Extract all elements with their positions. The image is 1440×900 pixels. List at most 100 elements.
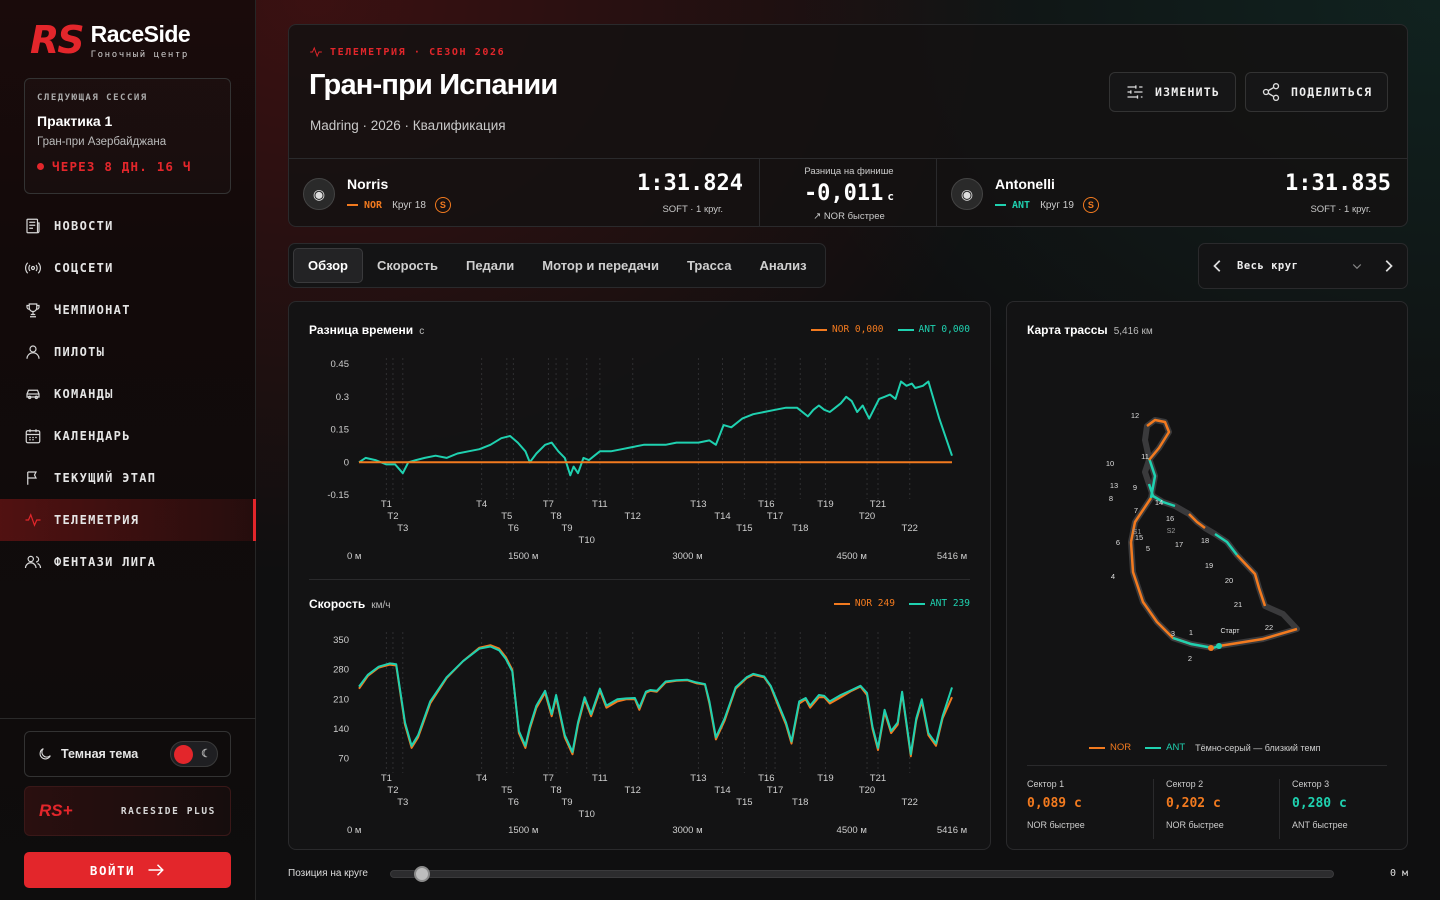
corner-label: 18 [1201, 536, 1209, 545]
track-panel: Карта трассы 5,416 км 1 2 3 4 5 6 7 8 9 10 11 12 13 14… [1006, 301, 1408, 850]
logo-mark: RS [30, 18, 85, 62]
sidebar: RS RaceSide Гоночный центр СЛЕДУЮЩАЯ СЕС… [0, 0, 256, 900]
turn-label: T11 [592, 773, 608, 784]
broadcast-icon [25, 262, 41, 274]
sidebar-item-label: ТЕЛЕМЕТРИЯ [54, 513, 140, 527]
tab-1[interactable]: Скорость [363, 248, 452, 283]
corner-label: 12 [1131, 411, 1139, 420]
turn-label: T19 [817, 499, 833, 510]
login-button[interactable]: ВОЙТИ [24, 852, 231, 888]
track-map[interactable]: 1234567891011121314151617 1819202122S1 S2С… [1087, 402, 1327, 672]
pulse-icon [310, 46, 322, 58]
plus-mark: RS+ [39, 801, 73, 820]
legend-nor-text: NOR 249 [854, 598, 895, 609]
plus-label: RACESIDE PLUS [120, 805, 216, 817]
sidebar-item-flag[interactable]: ТЕКУЩИЙ ЭТАП [0, 457, 256, 499]
raceside-plus-banner[interactable]: RS+ RACESIDE PLUS [24, 786, 231, 836]
sidebar-item-pulse[interactable]: ТЕЛЕМЕТРИЯ [0, 499, 256, 541]
sector-note: NOR быстрее [1027, 820, 1085, 830]
share-button[interactable]: ПОДЕЛИТЬСЯ [1245, 72, 1389, 112]
eyebrow-text: ТЕЛЕМЕТРИЯ · СЕЗОН 2026 [330, 46, 506, 58]
y-tick-label: 0.15 [331, 425, 350, 436]
series-line-ant [358, 380, 953, 477]
turn-label: T9 [561, 523, 572, 534]
next-session-card[interactable]: СЛЕДУЮЩАЯ СЕССИЯ Практика 1 Гран-при Азе… [24, 78, 231, 194]
corner-label: 2 [1188, 654, 1192, 663]
corner-label: 21 [1234, 600, 1242, 609]
theme-toggle[interactable]: ☾ [170, 741, 218, 767]
driver1-color-line [347, 204, 358, 206]
corner-label: 16 [1166, 514, 1174, 523]
x-tick-label: 0 м [347, 825, 361, 836]
prev-lap-button[interactable] [1199, 259, 1237, 273]
speed-chart[interactable]: 350 280 210 140 70 T1T2T3 T4 T5T6 T7T8T9 T10 T11 T1… [289, 616, 992, 846]
share-icon [1262, 83, 1280, 101]
tab-3[interactable]: Мотор и передачи [528, 248, 673, 283]
x-tick-label: 5416 м [937, 551, 967, 562]
y-tick-label: -0.15 [327, 490, 349, 501]
sidebar-item-user[interactable]: ПИЛОТЫ [0, 331, 256, 373]
driver-card-antonelli[interactable]: ◉ Antonelli ANT Круг 19 S 1:31.835 SOFT … [937, 159, 1407, 228]
lap-position-value: 0 м [1389, 868, 1408, 879]
speed-title-text: Скорость [309, 597, 366, 611]
tab-0[interactable]: Обзор [293, 248, 363, 283]
turn-label: T6 [508, 797, 519, 808]
delta-chart[interactable]: 0.45 0.3 0.15 0 -0.15 T1T2T3 T4 T5T6 T7T8T9 T10 T1… [289, 342, 992, 572]
turn-label: T16 [758, 499, 774, 510]
turn-label: T18 [792, 797, 808, 808]
sidebar-item-calendar[interactable]: КАЛЕНДАРЬ [0, 415, 256, 457]
next-lap-button[interactable] [1369, 259, 1407, 273]
driver-card-norris[interactable]: ◉ Norris NOR Круг 18 S 1:31.824 SOFT · 1… [289, 159, 759, 228]
edit-button[interactable]: ИЗМЕНИТЬ [1109, 72, 1236, 112]
sector-marker-label: S1 [1133, 529, 1142, 536]
user-icon [26, 345, 40, 359]
finish-delta-value: -0,011 [803, 181, 884, 206]
sector-note: ANT быстрее [1292, 820, 1348, 830]
tab-4[interactable]: Трасса [673, 248, 745, 283]
driver-comparison-strip: ◉ Norris NOR Круг 18 S 1:31.824 SOFT · 1… [289, 158, 1407, 227]
tab-2[interactable]: Педали [452, 248, 528, 283]
share-label: ПОДЕЛИТЬСЯ [1291, 85, 1373, 99]
toggle-moon-icon: ☾ [201, 748, 211, 760]
finish-delta-note-row: ↗ NOR быстрее [760, 211, 938, 222]
telemetry-tabs: Обзор Скорость Педали Мотор и передачи Трасс… [288, 243, 826, 288]
sidebar-item-users[interactable]: ФЕНТАЗИ ЛИГА [0, 541, 256, 583]
corner-label: 17 [1175, 540, 1183, 549]
sidebar-item-news[interactable]: НОВОСТИ [0, 205, 256, 247]
lap-dropdown[interactable]: Весь круг [1237, 260, 1369, 272]
sidebar-item-label: ЧЕМПИОНАТ [54, 303, 131, 317]
sector-3: Сектор 3 0,280 с ANT быстрее [1279, 779, 1348, 839]
sidebar-item-car[interactable]: КОМАНДЫ [0, 373, 256, 415]
edit-label: ИЗМЕНИТЬ [1155, 85, 1220, 99]
turn-label: T7 [543, 773, 554, 784]
track-legend-nor: NOR [1110, 742, 1132, 753]
brand-name: RaceSide [90, 20, 191, 47]
track-outline [1128, 417, 1300, 651]
driver1-name: Norris [347, 176, 389, 192]
theme-toggle-row[interactable]: Темная тема ☾ [24, 731, 231, 777]
x-tick-label: 3000 м [672, 551, 702, 562]
delta-title-text: Разница времени [309, 323, 414, 337]
theme-label: Темная тема [61, 747, 139, 761]
sidebar-divider [0, 718, 256, 719]
turn-label: T19 [817, 773, 833, 784]
header-eyebrow: ТЕЛЕМЕТРИЯ · СЕЗОН 2026 [309, 45, 505, 59]
chevron-left-icon [1213, 260, 1221, 272]
finish-delta: Разница на финише -0,011 с ↗ NOR быстрее [759, 159, 937, 227]
corner-label: 7 [1134, 506, 1138, 515]
legend-ant-text: ANT 0,000 [918, 324, 970, 335]
main-content: ТЕЛЕМЕТРИЯ · СЕЗОН 2026 Гран-при Испании… [256, 0, 1440, 900]
turn-label: T14 [714, 785, 730, 796]
sidebar-item-trophy[interactable]: ЧЕМПИОНАТ [0, 289, 256, 331]
next-session-event: Гран-при Азербайджана [37, 136, 167, 148]
series-line-ant [358, 645, 953, 756]
track-title: Карта трассы 5,416 км [1027, 323, 1153, 337]
slider-thumb[interactable] [414, 866, 430, 882]
slider-track[interactable] [390, 870, 1334, 878]
tab-5[interactable]: Анализ [745, 248, 820, 283]
corner-label: 6 [1116, 538, 1120, 547]
next-session-title: Практика 1 [37, 113, 113, 129]
brand-logo[interactable]: RS RaceSide Гоночный центр [30, 18, 191, 62]
speed-unit: км/ч [371, 600, 391, 611]
sidebar-item-broadcast[interactable]: СОЦСЕТИ [0, 247, 256, 289]
